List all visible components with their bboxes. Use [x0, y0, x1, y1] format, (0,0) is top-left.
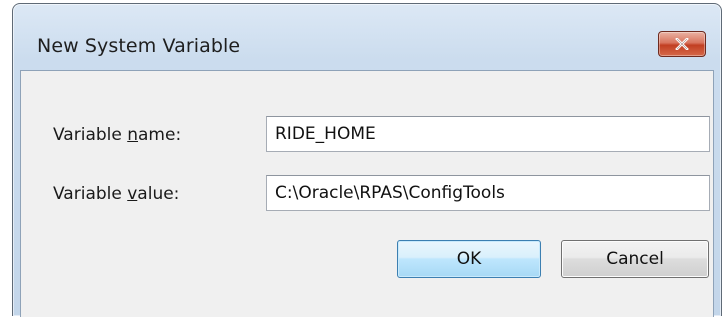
cancel-button[interactable]: Cancel: [561, 240, 709, 278]
dialog-title: New System Variable: [37, 35, 241, 57]
variable-value-input[interactable]: C:\Oracle\RPAS\ConfigTools: [266, 175, 710, 211]
variable-name-input[interactable]: RIDE_HOME: [266, 116, 710, 152]
close-button[interactable]: [658, 31, 706, 57]
close-icon: [675, 38, 689, 50]
variable-name-label: Variable name:: [53, 125, 182, 145]
dialog-window: New System Variable Variable name: RIDE_…: [12, 3, 722, 317]
ok-button[interactable]: OK: [397, 240, 541, 278]
dialog-body: Variable name: RIDE_HOME Variable value:…: [20, 70, 714, 317]
variable-value-label: Variable value:: [53, 184, 180, 204]
